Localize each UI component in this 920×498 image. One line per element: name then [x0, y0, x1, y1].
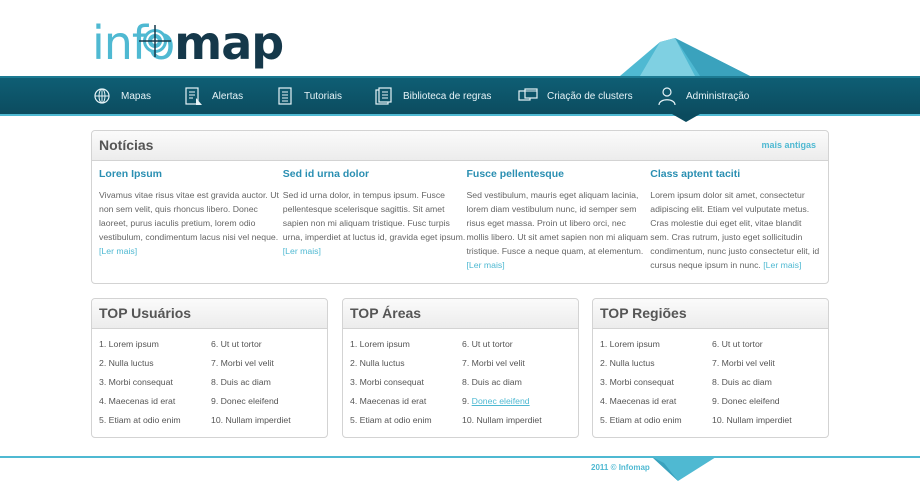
list-item: 2. Nulla luctus: [350, 358, 405, 368]
top-areas-panel: TOP Áreas 1. Lorem ipsum 2. Nulla luctus…: [342, 298, 579, 438]
top-list-col1: 1. Lorem ipsum 2. Nulla luctus 3. Morbi …: [350, 339, 462, 434]
list-item: 1. Lorem ipsum: [600, 339, 660, 349]
news-item-body: Sed vestibulum, mauris eget aliquam laci…: [466, 190, 649, 270]
older-news-link[interactable]: mais antigas: [761, 140, 816, 150]
panel-title: TOP Áreas: [350, 305, 422, 321]
main-nav: Mapas Alertas Tutoriais Biblioteca de re…: [92, 76, 767, 116]
list-item: 7. Morbi vel velit: [211, 358, 274, 368]
nav-item-biblioteca[interactable]: Biblioteca de regras: [374, 86, 518, 106]
nav-label: Biblioteca de regras: [403, 90, 492, 102]
mountain-decoration: [620, 38, 750, 76]
list-item: 3. Morbi consequat: [99, 377, 173, 387]
list-item: 6. Ut ut tortor: [211, 339, 262, 349]
list-item: 10. Nullam imperdiet: [211, 415, 291, 425]
list-item: 2. Nulla luctus: [99, 358, 154, 368]
list-item: 6. Ut ut tortor: [462, 339, 513, 349]
windows-icon: [518, 88, 538, 101]
top-users-panel: TOP Usuários 1. Lorem ipsum 2. Nulla luc…: [91, 298, 328, 438]
list-item: 4. Maecenas id erat: [600, 396, 677, 406]
list-item: 7. Morbi vel velit: [462, 358, 525, 368]
news-item-title[interactable]: Class aptent taciti: [650, 168, 820, 180]
list-item: 4. Maecenas id erat: [350, 396, 427, 406]
nav-item-clusters[interactable]: Criação de clusters: [518, 86, 657, 106]
list-item: 6. Ut ut tortor: [712, 339, 763, 349]
top-regions-panel: TOP Regiões 1. Lorem ipsum 2. Nulla luct…: [592, 298, 829, 438]
nav-item-alertas[interactable]: Alertas: [183, 86, 275, 106]
nav-label: Criação de clusters: [547, 90, 633, 102]
panel-header: TOP Áreas: [343, 299, 578, 329]
globe-icon: [94, 88, 110, 104]
news-item-body: Sed id urna dolor, in tempus ipsum. Fusc…: [282, 190, 466, 256]
list-item: 3. Morbi consequat: [600, 377, 674, 387]
panel-header: TOP Usuários: [92, 299, 327, 329]
user-icon: [658, 87, 676, 106]
news-item: Sed id urna dolor Sed id urna dolor, in …: [283, 168, 467, 272]
top-list-col1: 1. Lorem ipsum 2. Nulla luctus 3. Morbi …: [600, 339, 712, 434]
panel-header: TOP Regiões: [593, 299, 828, 329]
target-icon: [139, 25, 171, 57]
document-list-icon: [278, 87, 292, 105]
list-item: 10. Nullam imperdiet: [462, 415, 542, 425]
list-item: 8. Duis ac diam: [462, 377, 522, 387]
alert-document-icon: [185, 87, 202, 105]
nav-label: Tutoriais: [304, 90, 342, 102]
list-item: 5. Etiam at odio enim: [350, 415, 432, 425]
news-item-body: Lorem ipsum dolor sit amet, consectetur …: [650, 190, 820, 270]
nav-label: Administração: [686, 90, 750, 102]
list-item: 5. Etiam at odio enim: [99, 415, 181, 425]
news-item: Fusce pellentesque Sed vestibulum, mauri…: [467, 168, 651, 272]
nav-item-mapas[interactable]: Mapas: [92, 86, 183, 106]
logo[interactable]: infomap: [92, 16, 284, 74]
nav-item-administracao[interactable]: Administração: [657, 86, 767, 106]
panel-title: TOP Usuários: [99, 305, 192, 321]
top-lists: 1. Lorem ipsum 2. Nulla luctus 3. Morbi …: [99, 339, 323, 434]
list-item: 9. Donec eleifend: [712, 396, 780, 406]
panel-title: TOP Regiões: [600, 305, 687, 321]
top-list-col2: 6. Ut ut tortor 7. Morbi vel velit 8. Du…: [462, 339, 574, 434]
list-item: 1. Lorem ipsum: [350, 339, 410, 349]
footer-line: [0, 456, 920, 458]
list-item: 1. Lorem ipsum: [99, 339, 159, 349]
read-more-link[interactable]: [Ler mais]: [467, 260, 505, 270]
top-lists: 1. Lorem ipsum 2. Nulla luctus 3. Morbi …: [600, 339, 824, 434]
list-item: 2. Nulla luctus: [600, 358, 655, 368]
news-panel-header: Notícias mais antigas: [92, 131, 828, 161]
nav-item-tutoriais[interactable]: Tutoriais: [275, 86, 374, 106]
top-list-col1: 1. Lorem ipsum 2. Nulla luctus 3. Morbi …: [99, 339, 211, 434]
news-item-title[interactable]: Loren Ipsum: [99, 168, 283, 180]
list-item: 8. Duis ac diam: [211, 377, 271, 387]
news-panel: Notícias mais antigas Loren Ipsum Vivamu…: [91, 130, 829, 284]
list-item: 5. Etiam at odio enim: [600, 415, 682, 425]
nav-label: Alertas: [212, 90, 244, 102]
list-item: 8. Duis ac diam: [712, 377, 772, 387]
read-more-link[interactable]: [Ler mais]: [99, 246, 137, 256]
nav-label: Mapas: [121, 90, 152, 102]
news-item-title[interactable]: Sed id urna dolor: [283, 168, 467, 180]
list-item: 9. Donec eleifend: [211, 396, 279, 406]
list-item: 10. Nullam imperdiet: [712, 415, 792, 425]
footer-copyright: 2011 © Infomap: [591, 463, 650, 472]
top-list-col2: 6. Ut ut tortor 7. Morbi vel velit 8. Du…: [712, 339, 824, 434]
read-more-link[interactable]: [Ler mais]: [283, 246, 321, 256]
read-more-link[interactable]: [Ler mais]: [763, 260, 801, 270]
hovered-link[interactable]: Donec eleifend: [472, 396, 530, 406]
top-lists: 1. Lorem ipsum 2. Nulla luctus 3. Morbi …: [350, 339, 574, 434]
footer-triangle-decoration: [652, 457, 716, 481]
list-item: 9. Donec eleifend: [462, 396, 530, 406]
logo-map-text: map: [174, 16, 284, 70]
book-icon: [375, 87, 392, 105]
news-columns: Loren Ipsum Vivamus vitae risus vitae es…: [99, 168, 820, 272]
list-item: 4. Maecenas id erat: [99, 396, 176, 406]
list-item: 3. Morbi consequat: [350, 377, 424, 387]
news-item-body: Vivamus vitae risus vitae est gravida au…: [99, 190, 279, 256]
news-item: Loren Ipsum Vivamus vitae risus vitae es…: [99, 168, 283, 272]
list-item: 7. Morbi vel velit: [712, 358, 775, 368]
top-list-col2: 6. Ut ut tortor 7. Morbi vel velit 8. Du…: [211, 339, 323, 434]
news-item: Class aptent taciti Lorem ipsum dolor si…: [650, 168, 820, 272]
news-panel-title: Notícias: [99, 137, 154, 153]
news-item-title[interactable]: Fusce pellentesque: [467, 168, 651, 180]
